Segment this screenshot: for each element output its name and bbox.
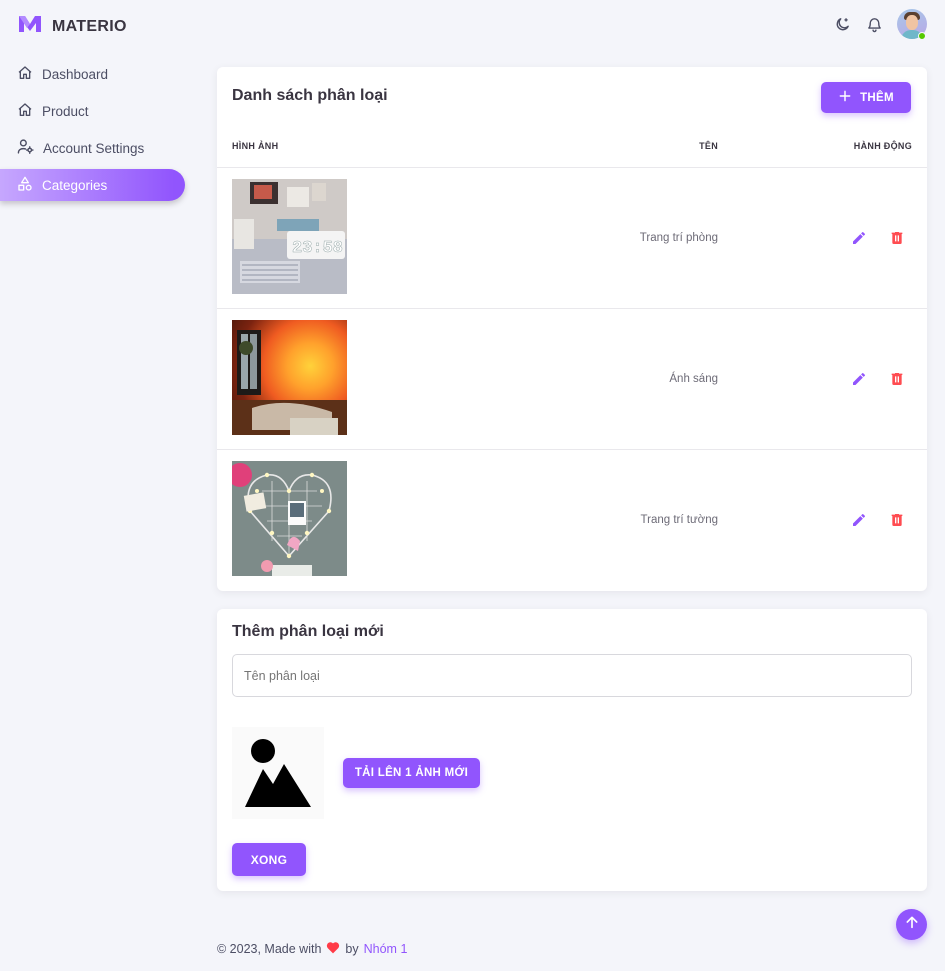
sidebar-item-label: Dashboard (42, 66, 109, 82)
column-header-image: HÌNH ẢNH (232, 141, 279, 151)
svg-text:23:58: 23:58 (292, 239, 343, 258)
header-actions (833, 9, 927, 39)
column-header-name: TÊN (699, 141, 718, 151)
footer: © 2023, Made with by Nhóm 1 (217, 941, 407, 957)
column-header-actions: HÀNH ĐỘNG (853, 141, 912, 151)
brand-logo[interactable]: MATERIO (18, 14, 127, 39)
table-row: Trang trí tường (217, 449, 927, 590)
app-name: MATERIO (52, 17, 127, 35)
category-name: Trang trí phòng (639, 232, 718, 244)
add-button-label: THÊM (860, 91, 894, 104)
sidebar-item-label: Account Settings (43, 140, 145, 156)
sidebar-item-label: Product (42, 103, 89, 119)
delete-trash-icon[interactable] (889, 371, 905, 389)
footer-author-link[interactable]: Nhóm 1 (364, 942, 408, 956)
table-row: Ánh sáng (217, 308, 927, 449)
delete-trash-icon[interactable] (889, 230, 905, 248)
category-thumbnail: 23:58 (232, 179, 347, 294)
add-category-title: Thêm phân loại mới (232, 623, 384, 640)
online-status-badge (918, 32, 926, 40)
category-name: Ánh sáng (669, 373, 718, 385)
materio-logo-icon (18, 14, 42, 39)
sidebar-item-label: Categories (42, 177, 108, 193)
delete-trash-icon[interactable] (889, 512, 905, 530)
footer-copyright: © 2023, Made with (217, 942, 322, 956)
category-thumbnail (232, 461, 347, 576)
edit-pencil-icon[interactable] (851, 512, 869, 530)
category-list-card: Danh sách phân loại THÊM HÌNH ẢNH TÊN HÀ… (217, 67, 927, 591)
category-name-input[interactable] (232, 654, 912, 697)
edit-pencil-icon[interactable] (851, 230, 869, 248)
heart-icon (326, 941, 340, 957)
notification-bell-icon[interactable] (865, 15, 883, 33)
plus-icon (838, 89, 852, 106)
footer-by: by (345, 942, 359, 956)
upload-image-button[interactable]: TẢI LÊN 1 ẢNH MỚI (343, 758, 480, 788)
shapes-icon (17, 176, 33, 195)
category-thumbnail (232, 320, 347, 435)
sidebar-item-account-settings[interactable]: Account Settings (0, 132, 186, 164)
sidebar-item-categories[interactable]: Categories (0, 169, 185, 201)
home-icon (17, 102, 33, 121)
category-list-title: Danh sách phân loại (232, 87, 388, 104)
table-row: 23:58 Trang trí phòng (217, 167, 927, 308)
done-button[interactable]: XONG (232, 843, 306, 876)
scroll-to-top-button[interactable] (896, 909, 927, 940)
account-cog-icon (17, 138, 34, 158)
category-name: Trang trí tường (640, 514, 718, 526)
arrow-up-icon (904, 914, 920, 935)
add-category-card: Thêm phân loại mới TẢI LÊN 1 ẢNH MỚI XON… (217, 609, 927, 891)
sidebar-item-dashboard[interactable]: Dashboard (0, 58, 186, 90)
sidebar-nav: Dashboard Product Account Settings Categ… (0, 58, 186, 206)
edit-pencil-icon[interactable] (851, 371, 869, 389)
theme-toggle-moon-icon[interactable] (833, 15, 851, 33)
sidebar-item-product[interactable]: Product (0, 95, 186, 127)
add-category-button[interactable]: THÊM (821, 82, 911, 113)
home-icon (17, 65, 33, 84)
image-placeholder-icon (232, 727, 324, 819)
